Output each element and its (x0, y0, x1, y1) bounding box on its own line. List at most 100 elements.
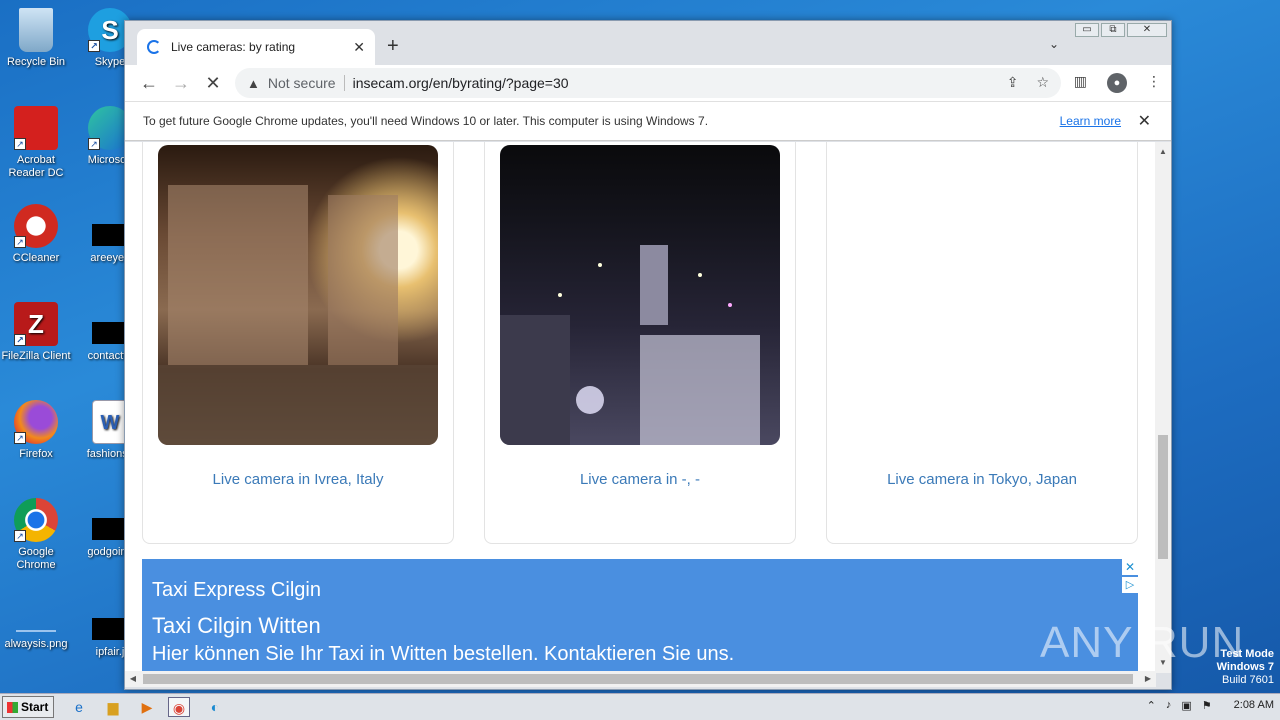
chrome-taskbar-icon[interactable]: ◉ (168, 697, 190, 717)
scroll-left-arrow-icon[interactable]: ◀ (125, 671, 141, 687)
desktop-icon-label: Skype (94, 56, 126, 68)
firefox-icon: ↗ (14, 400, 58, 444)
desktop-icon-label: CCleaner (12, 252, 60, 264)
loading-spinner-icon (147, 40, 161, 54)
forward-button[interactable]: → (165, 73, 197, 94)
horizontal-scrollbar[interactable]: ◀ ▶ (125, 671, 1156, 687)
chrome-window: ▭ ⧉ ✕ Live cameras: by rating ✕ + ⌄ ← → … (124, 20, 1172, 690)
side-panel-icon[interactable]: ▥ (1074, 73, 1087, 93)
desktop-icon-label: FileZilla Client (1, 350, 71, 362)
internet-explorer-icon[interactable]: e (68, 697, 90, 717)
shortcut-arrow-icon: ↗ (14, 138, 26, 150)
file-icon (92, 322, 128, 344)
learn-more-link[interactable]: Learn more (1060, 114, 1121, 128)
action-center-flag-icon[interactable]: ⚑ (1202, 699, 1212, 712)
camera-scene (500, 245, 760, 445)
stop-loading-button[interactable]: ✕ (197, 73, 229, 94)
desktop-icon-alwaysis[interactable]: alwaysis.png (0, 604, 72, 651)
clock[interactable]: 2:08 AM (1234, 699, 1274, 712)
camera-caption-link[interactable]: Live camera in Ivrea, Italy (143, 471, 453, 488)
shortcut-arrow-icon: ↗ (14, 432, 26, 444)
ad-banner[interactable]: Taxi Express Cilgin Taxi Cilgin Witten H… (142, 559, 1138, 673)
back-button[interactable]: ← (133, 73, 165, 94)
desktop-icon-filezilla[interactable]: Z ↗ FileZilla Client (0, 302, 72, 363)
tab-close-icon[interactable]: ✕ (353, 39, 365, 56)
desktop-icon-label: Google Chrome (16, 546, 56, 571)
security-status[interactable]: Not secure (268, 75, 345, 91)
camera-card[interactable]: Live camera in Tokyo, Japan (826, 142, 1138, 544)
camera-thumbnail-ivrea[interactable] (158, 145, 438, 445)
warning-icon[interactable]: ▲ (247, 76, 260, 91)
url-text[interactable]: insecam.org/en/byrating/?page=30 (353, 75, 569, 91)
ad-info-icon[interactable]: ▷ (1122, 577, 1138, 593)
ad-close-icon[interactable]: ✕ (1122, 559, 1138, 575)
file-icon (92, 618, 128, 640)
new-tab-button[interactable]: + (387, 35, 399, 58)
camera-caption-link[interactable]: Live camera in Tokyo, Japan (827, 471, 1137, 488)
taskbar: Start e ▆ ▶ ◉ ◐ ⌃ ♪ ▣ ⚑ 2:08 AM (0, 693, 1280, 720)
tray-expand-icon[interactable]: ⌃ (1147, 699, 1156, 712)
windows-logo-icon (7, 702, 18, 713)
desktop-icon-label: ipfair.j (95, 646, 125, 658)
address-bar[interactable]: ▲ Not secure insecam.org/en/byrating/?pa… (235, 68, 1061, 98)
shortcut-arrow-icon: ↗ (14, 334, 26, 346)
shortcut-arrow-icon: ↗ (88, 40, 100, 52)
recycle-bin-icon (19, 8, 53, 52)
ad-description[interactable]: Hier können Sie Ihr Taxi in Witten beste… (152, 643, 734, 666)
profile-avatar-icon[interactable]: ● (1107, 73, 1127, 93)
start-button[interactable]: Start (2, 696, 54, 718)
share-icon[interactable]: ⇪ (1007, 74, 1019, 91)
desktop-icon-label: alwaysis.png (4, 638, 68, 650)
edge-taskbar-icon[interactable]: ◐ (204, 697, 226, 717)
ad-title[interactable]: Taxi Cilgin Witten (152, 613, 321, 639)
test-mode-label: Test Mode (1220, 648, 1274, 660)
media-player-icon[interactable]: ▶ (136, 697, 158, 717)
camera-card[interactable]: Live camera in -, - (484, 142, 796, 544)
desktop-icon-ccleaner[interactable]: ↗ CCleaner (0, 204, 72, 265)
desktop-icon-label: Acrobat Reader DC (8, 154, 64, 179)
tab-strip: Live cameras: by rating ✕ + ⌄ (125, 21, 1171, 65)
anyrun-watermark-logo: ANY RUN (1040, 618, 1245, 667)
chrome-icon: ↗ (14, 498, 58, 542)
ccleaner-icon: ↗ (14, 204, 58, 248)
shortcut-arrow-icon: ↗ (14, 236, 26, 248)
os-label: Windows 7 (1216, 661, 1274, 673)
volume-icon[interactable]: ♪ (1166, 699, 1172, 712)
camera-scene (158, 185, 438, 445)
file-icon (92, 224, 128, 246)
scroll-up-arrow-icon[interactable]: ▲ (1155, 144, 1171, 160)
scrollbar-thumb[interactable] (1158, 435, 1168, 559)
tab-search-button[interactable]: ⌄ (1049, 37, 1059, 51)
word-document-icon: W (92, 400, 128, 444)
camera-card[interactable]: Live camera in Ivrea, Italy (142, 142, 454, 544)
infobar-close-icon[interactable]: ✕ (1138, 111, 1151, 131)
file-explorer-icon[interactable]: ▆ (102, 697, 124, 717)
update-infobar: To get future Google Chrome updates, you… (125, 101, 1171, 141)
network-icon[interactable]: ▣ (1181, 699, 1191, 712)
acrobat-icon: ↗ (14, 106, 58, 150)
tab-live-cameras[interactable]: Live cameras: by rating ✕ (137, 29, 375, 65)
test-mode-notice: Test Mode Windows 7 Build 7601 (1217, 648, 1274, 687)
system-tray: ⌃ ♪ ▣ ⚑ 2:08 AM (1147, 699, 1274, 712)
ad-headline[interactable]: Taxi Express Cilgin (152, 579, 321, 602)
browser-toolbar: ← → ✕ ▲ Not secure insecam.org/en/byrati… (125, 65, 1171, 101)
desktop-icon-firefox[interactable]: ↗ Firefox (0, 400, 72, 461)
desktop-icon-acrobat[interactable]: ↗ Acrobat Reader DC (0, 106, 72, 180)
image-file-icon (16, 616, 56, 632)
desktop-icon-recycle-bin[interactable]: Recycle Bin (0, 8, 72, 69)
filezilla-icon: Z ↗ (14, 302, 58, 346)
vertical-scrollbar[interactable]: ▲ ▼ (1155, 142, 1171, 673)
scrollbar-thumb[interactable] (143, 674, 1133, 684)
bookmark-star-icon[interactable]: ☆ (1036, 74, 1049, 91)
camera-caption-link[interactable]: Live camera in -, - (485, 471, 795, 488)
file-icon (92, 518, 128, 540)
menu-kebab-icon[interactable]: ⋮ (1147, 73, 1161, 93)
tab-title: Live cameras: by rating (171, 40, 296, 54)
page-content: Live camera in Ivrea, Italy Live camera … (125, 142, 1156, 673)
start-label: Start (21, 700, 49, 714)
desktop-icon-google-chrome[interactable]: ↗ Google Chrome (0, 498, 72, 572)
scroll-right-arrow-icon[interactable]: ▶ (1140, 671, 1156, 687)
shortcut-arrow-icon: ↗ (14, 530, 26, 542)
camera-thumbnail-city[interactable] (500, 145, 780, 445)
camera-thumbnail-tokyo[interactable] (842, 145, 1122, 445)
